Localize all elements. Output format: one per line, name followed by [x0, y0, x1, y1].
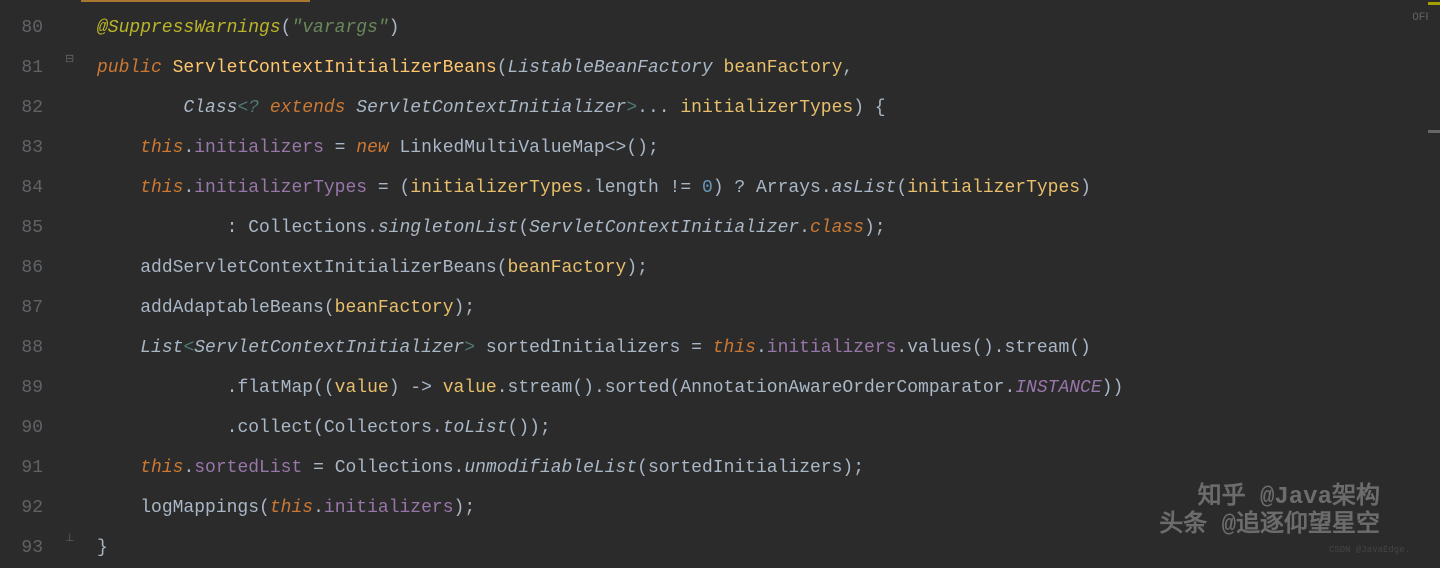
- fold-gutter: ⊟ ⊥: [65, 0, 81, 559]
- line-number: 86: [0, 248, 65, 288]
- code-line[interactable]: : Collections.singletonList(ServletConte…: [81, 208, 1440, 248]
- scroll-marker-icon: [1428, 130, 1440, 133]
- line-number: 82: [0, 88, 65, 128]
- line-number: 84: [0, 168, 65, 208]
- code-line[interactable]: public ServletContextInitializerBeans(Li…: [81, 48, 1440, 88]
- line-number: 92: [0, 488, 65, 528]
- scrollbar-track[interactable]: [1428, 0, 1440, 559]
- code-line[interactable]: .collect(Collectors.toList());: [81, 408, 1440, 448]
- watermark-text: CSDN @JavaEdge.: [1329, 545, 1410, 555]
- code-line[interactable]: Class<? extends ServletContextInitialize…: [81, 88, 1440, 128]
- code-line[interactable]: addServletContextInitializerBeans(beanFa…: [81, 248, 1440, 288]
- line-number-gutter: 80 81 82 83 84 85 86 87 88 89 90 91 92 9…: [0, 0, 65, 559]
- line-number: 81: [0, 48, 65, 88]
- line-number: 85: [0, 208, 65, 248]
- line-number: 90: [0, 408, 65, 448]
- fold-end-icon[interactable]: ⊥: [65, 533, 77, 545]
- line-number: 80: [0, 8, 65, 48]
- line-number: 88: [0, 328, 65, 368]
- line-number: 83: [0, 128, 65, 168]
- code-line[interactable]: .flatMap((value) -> value.stream().sorte…: [81, 368, 1440, 408]
- line-number: 91: [0, 448, 65, 488]
- scroll-marker-icon: [1428, 2, 1440, 5]
- code-line[interactable]: this.initializers = new LinkedMultiValue…: [81, 128, 1440, 168]
- line-number: 87: [0, 288, 65, 328]
- code-line[interactable]: this.initializerTypes = (initializerType…: [81, 168, 1440, 208]
- code-line[interactable]: addAdaptableBeans(beanFactory);: [81, 288, 1440, 328]
- code-line[interactable]: @SuppressWarnings("varargs"): [81, 8, 1440, 48]
- top-line-highlight: [65, 0, 310, 2]
- line-number: 89: [0, 368, 65, 408]
- watermark-text: 头条 @追逐仰望星空: [1159, 503, 1380, 539]
- line-number: 93: [0, 528, 65, 568]
- fold-collapse-icon[interactable]: ⊟: [65, 54, 77, 66]
- code-line[interactable]: List<ServletContextInitializer> sortedIn…: [81, 328, 1440, 368]
